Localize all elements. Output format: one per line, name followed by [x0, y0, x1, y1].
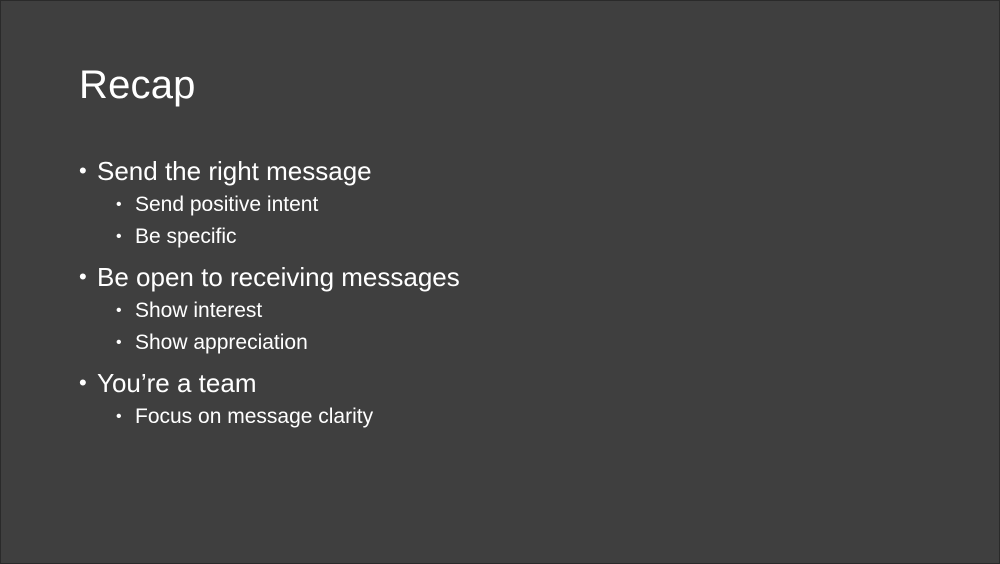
slide-title: Recap — [79, 63, 196, 107]
bullet-icon: • — [79, 264, 87, 289]
sub-bullet-focus-clarity: • Focus on message clarity — [79, 401, 939, 433]
bullet-icon: • — [116, 334, 122, 351]
bullet-icon: • — [79, 370, 87, 395]
bullet-icon: • — [79, 158, 87, 183]
bullet-icon: • — [116, 302, 122, 319]
sub-bullet-text: Send positive intent — [135, 193, 319, 216]
sub-bullet-text: Be specific — [135, 225, 237, 248]
bullet-be-open: • Be open to receiving messages — [79, 259, 939, 295]
bullet-text: Send the right message — [97, 156, 372, 186]
sub-bullet-show-interest: • Show interest — [79, 295, 939, 327]
sub-bullets-team: • Focus on message clarity — [79, 401, 939, 433]
sub-bullet-text: Show interest — [135, 299, 263, 322]
bullet-icon: • — [116, 408, 122, 425]
slide: Recap • Send the right message • Send po… — [0, 0, 1000, 564]
slide-body: • Send the right message • Send positive… — [79, 151, 939, 439]
bullet-text: You’re a team — [97, 368, 257, 398]
sub-bullet-text: Focus on message clarity — [135, 405, 374, 428]
bullet-send-right-message: • Send the right message — [79, 153, 939, 189]
bullet-text: Be open to receiving messages — [97, 262, 460, 292]
sub-bullet-send-positive-intent: • Send positive intent — [79, 189, 939, 221]
sub-bullet-show-appreciation: • Show appreciation — [79, 327, 939, 359]
bullet-icon: • — [116, 196, 122, 213]
sub-bullet-be-specific: • Be specific — [79, 221, 939, 253]
sub-bullets-be-open: • Show interest • Show appreciation — [79, 295, 939, 359]
sub-bullet-text: Show appreciation — [135, 331, 308, 354]
bullet-team: • You’re a team — [79, 365, 939, 401]
bullet-icon: • — [116, 228, 122, 245]
sub-bullets-send-right-message: • Send positive intent • Be specific — [79, 189, 939, 253]
